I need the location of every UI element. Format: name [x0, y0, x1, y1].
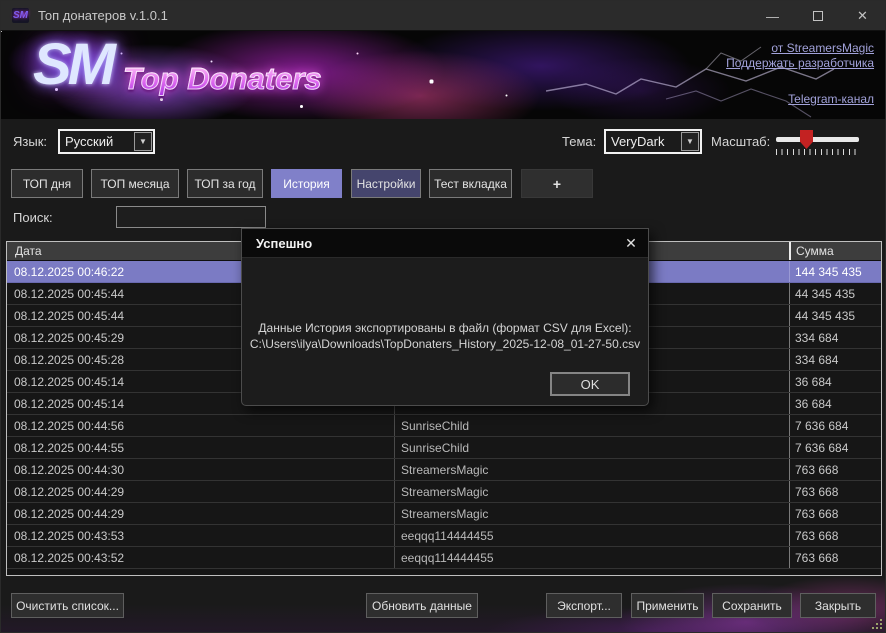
search-input[interactable]	[116, 206, 266, 228]
cell-date: 08.12.2025 00:43:53	[7, 525, 394, 546]
table-row[interactable]: 08.12.2025 00:44:30StreamersMagic763 668	[7, 459, 881, 481]
minimize-button[interactable]: —	[750, 1, 795, 31]
slider-track[interactable]	[776, 137, 859, 142]
ok-button[interactable]: OK	[550, 372, 630, 396]
cell-date: 08.12.2025 00:43:52	[7, 547, 394, 568]
cell-date: 08.12.2025 00:44:29	[7, 503, 394, 524]
cell-amount: 763 668	[789, 547, 881, 568]
cell-amount: 36 684	[789, 393, 881, 414]
scale-slider[interactable]	[776, 137, 859, 155]
tab-top-month[interactable]: ТОП месяца	[91, 169, 179, 198]
chevron-down-icon: ▼	[134, 132, 152, 151]
cell-amount: 334 684	[789, 349, 881, 370]
maximize-icon	[813, 11, 823, 21]
link-telegram-channel[interactable]: Telegram-канал	[726, 92, 874, 107]
tab-history[interactable]: История	[271, 169, 342, 198]
dialog-close-icon[interactable]: ✕	[614, 229, 648, 258]
cell-date: 08.12.2025 00:44:56	[7, 415, 394, 436]
table-row[interactable]: 08.12.2025 00:44:56SunriseChild7 636 684	[7, 415, 881, 437]
slider-ticks	[776, 149, 859, 155]
cell-amount: 334 684	[789, 327, 881, 348]
tab-top-day[interactable]: ТОП дня	[11, 169, 83, 198]
save-button[interactable]: Сохранить	[712, 593, 792, 618]
cell-amount: 763 668	[789, 459, 881, 480]
tab-add-button[interactable]: +	[521, 169, 593, 198]
theme-select[interactable]: VeryDark ▼	[604, 129, 702, 154]
language-select[interactable]: Русский ▼	[58, 129, 155, 154]
success-dialog: Успешно ✕ Данные История экспортированы …	[241, 228, 649, 406]
cell-amount: 763 668	[789, 481, 881, 502]
links-spacer	[726, 71, 874, 92]
dialog-body: Данные История экспортированы в файл (фо…	[242, 258, 648, 406]
window-title: Топ донатеров v.1.0.1	[38, 8, 168, 23]
titlebar: SM Топ донатеров v.1.0.1 — ✕	[1, 1, 885, 31]
window-controls: — ✕	[750, 1, 885, 31]
theme-label: Тема:	[562, 134, 596, 149]
cell-nick: eeqqq114444455	[394, 547, 789, 568]
language-value: Русский	[60, 134, 134, 149]
cell-date: 08.12.2025 00:44:29	[7, 481, 394, 502]
stars-decoration	[1, 31, 2, 32]
banner: SM Top Donaters от StreamersMagic Поддер…	[1, 31, 886, 119]
table-row[interactable]: 08.12.2025 00:44:55SunriseChild7 636 684	[7, 437, 881, 459]
dialog-titlebar: Успешно ✕	[242, 229, 648, 258]
cell-amount: 7 636 684	[789, 437, 881, 458]
clear-list-button[interactable]: Очистить список...	[11, 593, 124, 618]
cell-nick: StreamersMagic	[394, 459, 789, 480]
maximize-button[interactable]	[795, 1, 840, 31]
dialog-message-line1: Данные История экспортированы в файл (фо…	[242, 320, 648, 336]
cell-nick: SunriseChild	[394, 415, 789, 436]
cell-nick: SunriseChild	[394, 437, 789, 458]
table-row[interactable]: 08.12.2025 00:44:29StreamersMagic763 668	[7, 481, 881, 503]
apply-button[interactable]: Применить	[631, 593, 704, 618]
cell-amount: 763 668	[789, 503, 881, 524]
cell-nick: StreamersMagic	[394, 481, 789, 502]
chevron-down-icon: ▼	[681, 132, 699, 151]
cell-amount: 763 668	[789, 525, 881, 546]
column-header-amount[interactable]: Сумма	[789, 242, 881, 260]
slider-thumb[interactable]	[800, 130, 813, 149]
cell-date: 08.12.2025 00:44:55	[7, 437, 394, 458]
dialog-message: Данные История экспортированы в файл (фо…	[242, 320, 648, 352]
tab-settings[interactable]: Настройки	[351, 169, 421, 198]
cell-amount: 44 345 435	[789, 305, 881, 326]
cell-date: 08.12.2025 00:44:30	[7, 459, 394, 480]
close-window-button[interactable]: Закрыть	[800, 593, 876, 618]
link-author[interactable]: от StreamersMagic	[726, 41, 874, 56]
export-button[interactable]: Экспорт...	[546, 593, 622, 618]
tab-test[interactable]: Тест вкладка	[429, 169, 512, 198]
banner-logo-sm: SM	[33, 31, 112, 98]
link-support-developer[interactable]: Поддержать разработчика	[726, 56, 874, 71]
cell-amount: 7 636 684	[789, 415, 881, 436]
app-logo-icon: SM	[12, 8, 29, 23]
banner-logo-text: Top Donaters	[123, 61, 322, 97]
table-row[interactable]: 08.12.2025 00:43:53eeqqq114444455763 668	[7, 525, 881, 547]
language-label: Язык:	[13, 134, 47, 149]
search-label: Поиск:	[13, 210, 53, 225]
theme-value: VeryDark	[606, 134, 681, 149]
cell-amount: 36 684	[789, 371, 881, 392]
cell-nick: eeqqq114444455	[394, 525, 789, 546]
app-window: SM Топ донатеров v.1.0.1 — ✕ SM Top Dona…	[0, 0, 886, 633]
refresh-data-button[interactable]: Обновить данные	[366, 593, 478, 618]
cell-amount: 44 345 435	[789, 283, 881, 304]
dialog-message-line2: C:\Users\ilya\Downloads\TopDonaters_Hist…	[242, 336, 648, 352]
cell-amount: 144 345 435	[789, 261, 881, 282]
cell-nick: StreamersMagic	[394, 503, 789, 524]
dialog-title: Успешно	[242, 236, 312, 251]
resize-grip[interactable]	[873, 620, 882, 629]
table-row[interactable]: 08.12.2025 00:44:29StreamersMagic763 668	[7, 503, 881, 525]
close-button[interactable]: ✕	[840, 1, 885, 31]
scale-label: Масштаб:	[711, 134, 770, 149]
table-row[interactable]: 08.12.2025 00:43:52eeqqq114444455763 668	[7, 547, 881, 569]
banner-links: от StreamersMagic Поддержать разработчик…	[726, 41, 874, 107]
tab-top-year[interactable]: ТОП за год	[187, 169, 263, 198]
